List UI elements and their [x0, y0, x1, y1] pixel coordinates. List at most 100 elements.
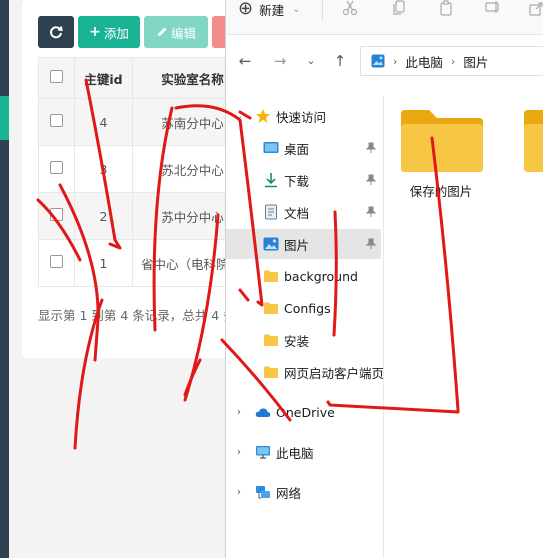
- pictures-icon: [371, 54, 385, 68]
- row-checkbox[interactable]: [50, 208, 63, 221]
- nav-label: 网页启动客户端页: [284, 365, 385, 381]
- nav-label: 此电脑: [276, 445, 314, 461]
- folder-icon: [264, 270, 278, 282]
- page-background: [9, 358, 225, 558]
- pin-icon[interactable]: [366, 206, 376, 218]
- column-header-id[interactable]: 主键id: [74, 57, 133, 99]
- new-button[interactable]: ⊕ 新建 ⌄: [238, 0, 301, 18]
- folder-item[interactable]: 保存的图片: [386, 104, 496, 200]
- nav-label: 文档: [284, 205, 310, 221]
- add-button[interactable]: + 添加: [78, 16, 140, 48]
- nav-downloads[interactable]: 下载: [226, 165, 381, 195]
- folder-icon: [401, 110, 483, 172]
- file-list: 保存的图片: [384, 96, 543, 558]
- table-row[interactable]: 1 省中心（电科院）: [38, 239, 253, 287]
- new-button-label: 新建: [259, 2, 285, 18]
- nav-label: 快速访问: [276, 109, 327, 125]
- nav-configs[interactable]: Configs: [226, 293, 381, 323]
- recent-locations-chevron-icon[interactable]: ⌄: [302, 52, 320, 70]
- nav-label: background: [284, 268, 358, 284]
- command-bar: ⊕ 新建 ⌄: [226, 0, 543, 35]
- nav-install[interactable]: 安装: [226, 325, 381, 355]
- star-icon: [256, 109, 270, 123]
- nav-onedrive[interactable]: › OneDrive: [226, 397, 381, 427]
- chevron-right-icon[interactable]: ›: [234, 487, 244, 498]
- folder-icon: [264, 334, 278, 346]
- forward-arrow-icon[interactable]: →: [271, 52, 289, 70]
- edit-button[interactable]: 编辑: [144, 16, 208, 48]
- nav-pictures[interactable]: 图片: [226, 229, 381, 259]
- add-button-label: 添加: [103, 25, 129, 41]
- network-icon: [256, 486, 270, 499]
- nav-background[interactable]: background: [226, 261, 381, 291]
- plus-icon: +: [89, 24, 101, 40]
- pin-icon[interactable]: [366, 238, 376, 250]
- chevron-down-icon: ⌄: [292, 3, 301, 15]
- chevron-right-icon[interactable]: ›: [234, 407, 244, 418]
- edit-icon: [157, 27, 167, 36]
- refresh-button[interactable]: [38, 16, 74, 48]
- nav-label: 网络: [276, 485, 302, 501]
- paste-icon[interactable]: [438, 0, 454, 16]
- pin-icon[interactable]: [366, 142, 376, 154]
- cloud-icon: [255, 408, 271, 417]
- breadcrumb-pictures[interactable]: 图片: [463, 52, 488, 71]
- folder-icon: [264, 366, 278, 378]
- table-toolbar: + 添加 编辑: [38, 16, 232, 48]
- document-icon: [265, 204, 277, 220]
- folder-icon: [264, 302, 278, 314]
- folder-icon: [524, 110, 543, 172]
- lab-table: 主键id 实验室名称 4 苏南分中心 3 苏北分中心 2 苏中分中心 1 省中心…: [38, 57, 253, 287]
- chevron-right-icon[interactable]: ›: [234, 447, 244, 458]
- sidebar-active-indicator: [0, 96, 9, 140]
- divider: [322, 0, 323, 20]
- cell-id: 1: [74, 239, 133, 287]
- cut-icon[interactable]: [342, 0, 358, 16]
- cell-id: 2: [74, 192, 133, 240]
- nav-label: Configs: [284, 300, 331, 316]
- nav-label: 图片: [284, 237, 310, 253]
- back-arrow-icon[interactable]: ←: [236, 52, 254, 70]
- row-checkbox[interactable]: [50, 161, 63, 174]
- row-checkbox[interactable]: [50, 114, 63, 127]
- pictures-icon: [263, 237, 279, 251]
- table-row[interactable]: 4 苏南分中心: [38, 98, 253, 146]
- select-all-checkbox[interactable]: [50, 70, 63, 83]
- breadcrumb-separator-icon: ›: [393, 54, 398, 68]
- navigation-pane: ⌄ 快速访问 桌面 下载 文档 图片 background Configs 安装…: [226, 96, 385, 558]
- nav-quick-access[interactable]: ⌄ 快速访问: [226, 101, 381, 131]
- desktop-icon: [263, 142, 279, 153]
- folder-item[interactable]: [524, 104, 543, 179]
- rename-icon[interactable]: [485, 0, 501, 16]
- file-explorer-window: ⊕ 新建 ⌄ ← → ⌄ ↑ › 此电脑 › 图片 ⌄ 快速访问 桌面 下载 文…: [225, 0, 543, 558]
- select-all-cell[interactable]: [38, 57, 75, 99]
- nav-label: 桌面: [284, 141, 310, 157]
- table-header-row: 主键id 实验室名称: [38, 57, 253, 99]
- address-row: ← → ⌄ ↑ › 此电脑 › 图片: [226, 44, 543, 78]
- cell-id: 3: [74, 145, 133, 193]
- share-icon[interactable]: [528, 0, 543, 16]
- nav-web-client[interactable]: 网页启动客户端页: [226, 357, 385, 387]
- nav-label: OneDrive: [276, 404, 335, 420]
- nav-this-pc[interactable]: › 此电脑: [226, 437, 381, 467]
- row-checkbox[interactable]: [50, 255, 63, 268]
- folder-label: 保存的图片: [409, 184, 473, 199]
- breadcrumb-this-pc[interactable]: 此电脑: [405, 52, 443, 71]
- left-sidebar: [0, 0, 9, 558]
- cell-id: 4: [74, 98, 133, 146]
- data-table-panel: + 添加 编辑 主键id 实验室名称 4 苏南分中心 3 苏北分中心 2 苏中分…: [22, 0, 261, 358]
- chevron-down-icon[interactable]: ⌄: [234, 111, 244, 122]
- table-row[interactable]: 2 苏中分中心: [38, 192, 253, 240]
- nav-network[interactable]: › 网络: [226, 477, 381, 507]
- edit-button-label: 编辑: [170, 25, 196, 41]
- nav-label: 安装: [284, 333, 310, 349]
- pin-icon[interactable]: [366, 174, 376, 186]
- address-bar[interactable]: › 此电脑 › 图片: [360, 46, 543, 76]
- copy-icon[interactable]: [391, 0, 407, 16]
- nav-desktop[interactable]: 桌面: [226, 133, 381, 163]
- plus-circle-icon: ⊕: [238, 0, 254, 19]
- computer-icon: [256, 446, 270, 459]
- nav-documents[interactable]: 文档: [226, 197, 381, 227]
- table-row[interactable]: 3 苏北分中心: [38, 145, 253, 193]
- up-arrow-icon[interactable]: ↑: [331, 52, 349, 70]
